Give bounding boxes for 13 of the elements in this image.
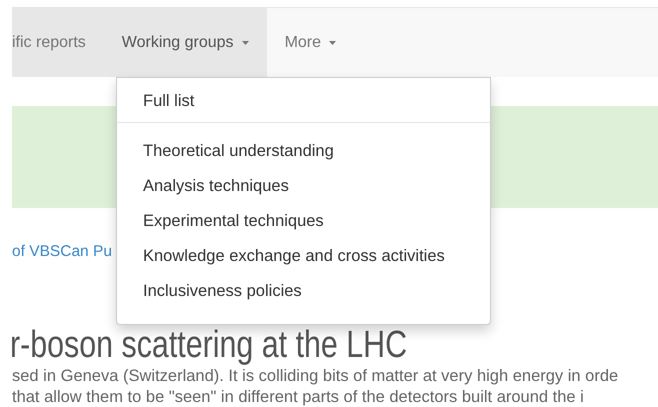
nav-item[interactable]: Working groups <box>104 8 267 77</box>
nav-item[interactable]: ific reports <box>12 8 104 77</box>
paragraph-line: that allow them to be "seen" in different parts of the detectors built around the i <box>12 387 585 407</box>
nav-item[interactable]: More <box>266 8 354 77</box>
menu-item[interactable]: Full list <box>117 88 490 123</box>
menu-item[interactable]: Experimental techniques <box>117 208 490 243</box>
menu-item[interactable]: Analysis techniques <box>117 173 490 208</box>
menu-item[interactable]: Knowledge exchange and cross activities <box>117 243 490 278</box>
page-heading: r-boson scattering at the LHC <box>10 325 408 365</box>
menu-item[interactable]: Theoretical understanding <box>117 138 490 173</box>
link[interactable]: of VBSCan Pu <box>12 240 112 264</box>
menu-item[interactable]: Inclusiveness policies <box>117 278 490 313</box>
paragraph-line: sed in Geneva (Switzerland). It is colliding bits of matter at very high energy in orde <box>12 366 618 386</box>
